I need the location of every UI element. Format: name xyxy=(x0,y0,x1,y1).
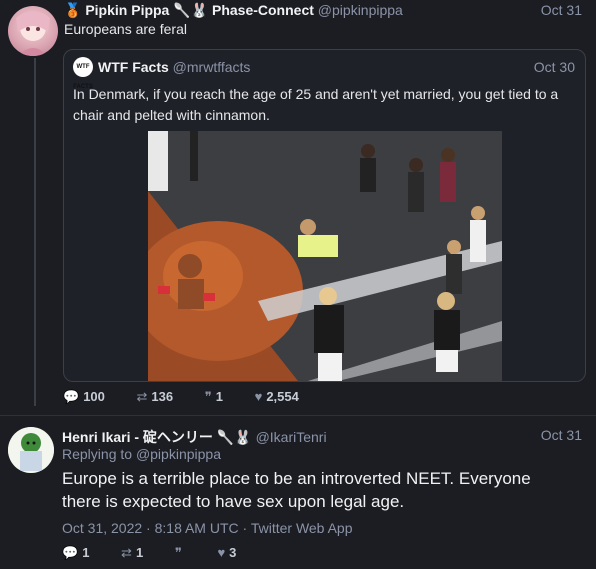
reply-icon: 💬 xyxy=(63,389,80,404)
tweet-divider xyxy=(0,415,596,416)
quoted-tweet[interactable]: WTF FACTS WTF Facts @mrwtffacts Oct 30 I… xyxy=(63,49,586,382)
author-name-suffix: 🥄🐰 Phase-Connect xyxy=(173,2,314,18)
quote-count[interactable]: ❞ xyxy=(175,545,200,560)
heart-icon: ♥ xyxy=(254,389,263,404)
quote-date[interactable]: Oct 30 xyxy=(534,59,575,75)
tweet2-stats: 💬 1 ⇄ 1 ❞ ♥ 3 xyxy=(62,545,264,561)
heart-icon: ♥ xyxy=(217,545,226,560)
author-handle[interactable]: @pipkinpippa xyxy=(318,2,403,18)
wtf-facts-logo: WTF FACTS xyxy=(73,57,93,90)
tweet1-stats: 💬 100 ⇄ 136 ❞ 1 ♥ 2,554 xyxy=(63,389,327,405)
replying-to-label: Replying to xyxy=(62,446,133,462)
tweet2-header: Henri Ikari - 碇ヘンリー 🥄🐰 @IkariTenri xyxy=(62,427,327,447)
retweet-icon: ⇄ xyxy=(136,389,148,404)
reply-count[interactable]: 💬 1 xyxy=(62,545,103,560)
quote-icon: ❞ xyxy=(174,545,182,560)
retweet-count[interactable]: ⇄ 136 xyxy=(137,389,188,404)
author-name-suffix: 🥄🐰 xyxy=(216,429,252,445)
author-name[interactable]: Pipkin Pippa xyxy=(85,2,169,18)
author-handle[interactable]: @IkariTenri xyxy=(256,429,327,445)
quote-text: In Denmark, if you reach the age of 25 a… xyxy=(73,86,559,123)
avatar-pipkinpippa[interactable] xyxy=(8,6,58,56)
tweet2-text: Europe is a terrible place to be an intr… xyxy=(62,469,531,511)
replying-to: Replying to @pipkinpippa xyxy=(62,446,221,462)
avatar-ikaritenri[interactable] xyxy=(8,427,54,473)
tweet1-date[interactable]: Oct 31 xyxy=(541,2,582,18)
like-count[interactable]: ♥ 2,554 xyxy=(255,389,313,404)
quote-author-handle[interactable]: @mrwtffacts xyxy=(173,59,251,75)
medal-icon: 🥉 xyxy=(64,2,82,18)
retweet-count[interactable]: ⇄ 1 xyxy=(121,545,157,560)
reply-icon: 💬 xyxy=(62,545,79,560)
quote-photo[interactable] xyxy=(148,131,502,381)
quote-author-name[interactable]: WTF Facts xyxy=(98,59,169,75)
quote-icon: ❞ xyxy=(204,389,212,404)
tweet1-text: Europeans are feral xyxy=(64,21,187,37)
tweet2-date[interactable]: Oct 31 xyxy=(541,427,582,443)
thread-line xyxy=(34,58,36,406)
retweet-icon: ⇄ xyxy=(121,545,132,560)
quote-count[interactable]: ❞ 1 xyxy=(205,389,237,404)
tweet2-meta[interactable]: Oct 31, 2022 · 8:18 AM UTC · Twitter Web… xyxy=(62,520,353,536)
author-name[interactable]: Henri Ikari - 碇ヘンリー xyxy=(62,429,213,445)
reply-count[interactable]: 💬 100 xyxy=(63,389,119,404)
replying-to-handle[interactable]: @pipkinpippa xyxy=(136,446,221,462)
like-count[interactable]: ♥ 3 xyxy=(217,545,250,560)
quote-header: WTF Facts @mrwtffacts xyxy=(98,59,250,75)
tweet1-header: 🥉 Pipkin Pippa 🥄🐰 Phase-Connect @pipkinp… xyxy=(64,2,403,19)
